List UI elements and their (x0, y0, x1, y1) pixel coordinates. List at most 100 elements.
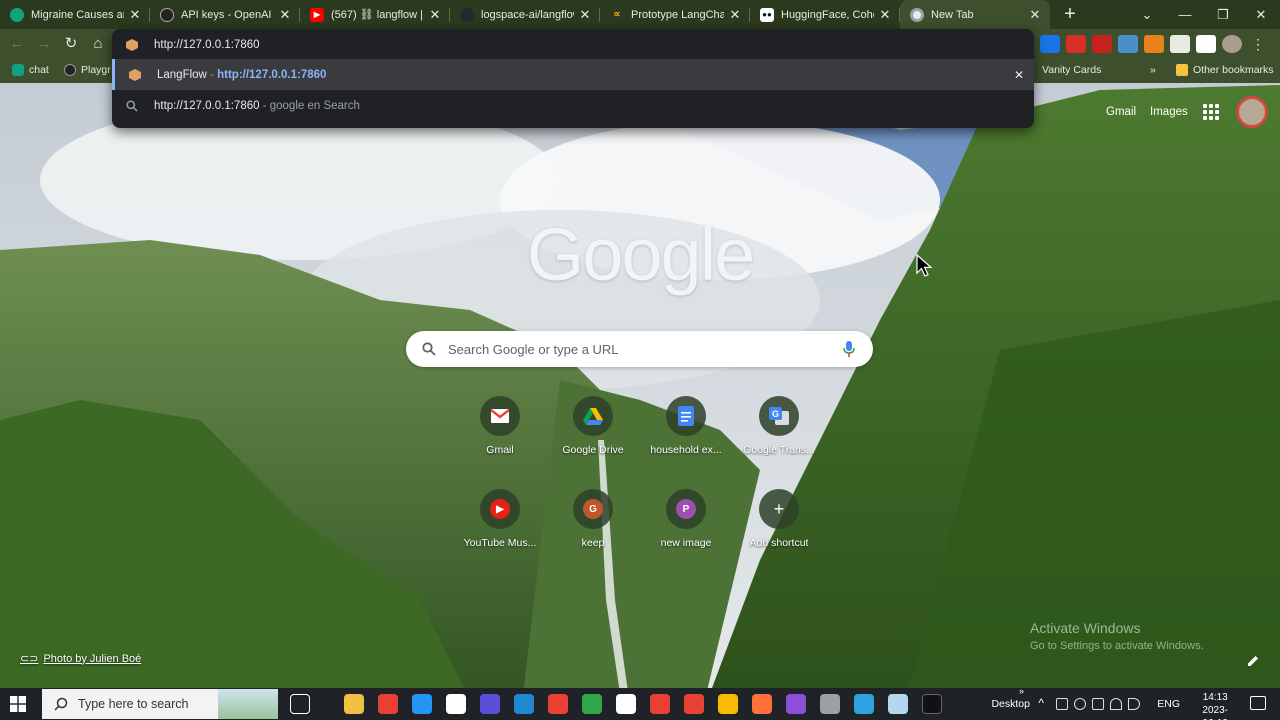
bookmark-chat[interactable]: chat (12, 64, 49, 76)
desktop-toolbar-label[interactable]: Desktop (991, 698, 1030, 710)
omnibox-suggestion-search[interactable]: http://127.0.0.1:7860 - google en Search (112, 90, 1034, 121)
close-tab-icon[interactable]: ✕ (578, 7, 592, 23)
shortcut-new-image[interactable]: P new image (638, 489, 734, 549)
search-icon (54, 697, 68, 711)
close-tab-icon[interactable]: ✕ (128, 7, 142, 23)
meet-icon[interactable] (582, 694, 602, 714)
shortcut-keep[interactable]: G keep (545, 489, 641, 549)
extension-check-icon[interactable] (1040, 35, 1060, 53)
extension-red-icon[interactable] (1066, 35, 1086, 53)
terminal-icon[interactable] (922, 694, 942, 714)
tab-youtube-langflow[interactable]: ▶ (567) ⛓ langflow | UI ✕ (300, 0, 450, 29)
shortcut-google-drive[interactable]: Google Drive (545, 396, 641, 456)
image-viewer-icon[interactable] (888, 694, 908, 714)
avatar[interactable] (1236, 96, 1268, 128)
snipping-tool-icon[interactable] (820, 694, 840, 714)
forward-icon[interactable]: → (35, 35, 53, 53)
reload-icon[interactable]: ↻ (62, 35, 80, 53)
windows-start-icon[interactable] (10, 696, 26, 712)
gmail-link[interactable]: Gmail (1106, 106, 1136, 118)
taskbar-search-box[interactable]: Type here to search (42, 689, 278, 719)
tab-github-langflow[interactable]: logspace-ai/langflow ✕ (450, 0, 600, 29)
youtube-icon: ▶ (310, 7, 324, 22)
home-icon[interactable]: ⌂ (89, 35, 107, 53)
shortcut-household[interactable]: household ex... (638, 396, 734, 456)
bookmark-label: chat (29, 64, 49, 76)
shortcut-label: Add shortcut (749, 537, 809, 549)
bookmarks-overflow-button[interactable]: » (1150, 64, 1156, 76)
add-shortcut-button[interactable]: + Add shortcut (731, 489, 827, 549)
extension-image-icon[interactable] (1118, 35, 1138, 53)
microphone-icon[interactable] (842, 341, 856, 357)
tab-prototype-langchain[interactable]: ∝ Prototype LangChain ✕ (600, 0, 750, 29)
bookmark-playground[interactable]: Playgr (64, 64, 111, 76)
cortana-icon[interactable] (412, 694, 432, 714)
extensions-puzzle-icon[interactable] (1170, 35, 1190, 53)
chrome-icon[interactable] (378, 694, 398, 714)
notifications-icon[interactable] (1250, 696, 1266, 710)
back-icon[interactable]: ← (8, 35, 26, 53)
extension-red2-icon[interactable] (1092, 35, 1112, 53)
restore-button[interactable]: ❐ (1204, 7, 1242, 23)
close-window-button[interactable]: ✕ (1242, 7, 1280, 23)
ntp-search-box[interactable] (406, 331, 873, 367)
shortcut-label: YouTube Mus... (463, 537, 537, 549)
task-view-icon[interactable] (290, 694, 310, 714)
tab-migraine[interactable]: Migraine Causes and ✕ (0, 0, 150, 29)
clock[interactable]: 14:13 2023-06-13 (1202, 691, 1228, 720)
tab-huggingface-cohere[interactable]: ●● HuggingFace, Cohere ✕ (750, 0, 900, 29)
chrome-profile-3-icon[interactable] (718, 694, 738, 714)
wifi-icon[interactable] (1110, 698, 1122, 710)
close-tab-icon[interactable]: ✕ (878, 7, 892, 23)
google-apps-icon[interactable] (1203, 104, 1219, 120)
customize-pencil-icon[interactable] (1246, 654, 1260, 668)
other-bookmarks[interactable]: Other bookmarks (1176, 64, 1274, 76)
youtube-app-icon[interactable] (684, 694, 704, 714)
photo-credit-link[interactable]: ⊂⊃ Photo by Julien Boé (20, 652, 141, 666)
obs-icon[interactable] (480, 694, 500, 714)
toolbar-overflow-icon[interactable]: » (1019, 686, 1024, 696)
chrome-profile-2-icon[interactable] (650, 694, 670, 714)
openai-icon (160, 7, 174, 22)
close-tab-icon[interactable]: ✕ (728, 7, 742, 23)
profile-avatar-icon[interactable] (1222, 35, 1242, 53)
minimize-button[interactable]: — (1166, 7, 1204, 22)
microphone-icon[interactable] (1074, 698, 1086, 710)
tab-openai-keys[interactable]: API keys - OpenAI API ✕ (150, 0, 300, 29)
meet-now-icon[interactable] (1056, 698, 1068, 710)
close-tab-icon[interactable]: ✕ (428, 7, 442, 23)
shortcut-google-translate[interactable]: G Google Trans... (731, 396, 827, 456)
new-tab-button[interactable]: + (1056, 1, 1084, 29)
extension-fox-icon[interactable] (1144, 35, 1164, 53)
file-explorer-icon[interactable] (344, 694, 364, 714)
suggestion-separator: - (206, 68, 218, 81)
language-indicator[interactable]: ENG (1157, 698, 1180, 710)
show-hidden-icons-icon[interactable]: ^ (1038, 696, 1044, 710)
cursor-app-icon[interactable] (616, 694, 636, 714)
notepad-icon[interactable] (446, 694, 466, 714)
app-badge-icon[interactable] (786, 694, 806, 714)
omnibox-typed-text[interactable]: http://127.0.0.1:7860 (154, 39, 260, 51)
images-link[interactable]: Images (1150, 106, 1188, 118)
bookmark-vanity-cards[interactable]: Vanity Cards (1042, 64, 1101, 76)
tab-new-tab[interactable]: New Tab ✕ (900, 0, 1050, 29)
omnibox-suggestion-langflow[interactable]: LangFlow - http://127.0.0.1:7860 ✕ (112, 59, 1034, 90)
close-tab-icon[interactable]: ✕ (278, 7, 292, 23)
telegram-icon[interactable] (854, 694, 874, 714)
menu-kebab-icon[interactable]: ⋮ (1248, 35, 1268, 53)
side-panel-icon[interactable] (1196, 35, 1216, 53)
tab-title: New Tab (931, 8, 974, 21)
tab-search-button[interactable]: ⌄ (1128, 7, 1166, 23)
omnibox-input-row[interactable]: http://127.0.0.1:7860 (112, 29, 1034, 60)
battery-icon[interactable] (1092, 698, 1104, 710)
close-tab-icon[interactable]: ✕ (1028, 7, 1042, 23)
firefox-icon[interactable] (752, 694, 772, 714)
vscode-icon[interactable] (514, 694, 534, 714)
shortcut-gmail[interactable]: Gmail (452, 396, 548, 456)
shortcut-youtube-music[interactable]: ▶ YouTube Mus... (452, 489, 548, 549)
search-input[interactable] (448, 339, 828, 359)
chrome-profile-icon[interactable] (548, 694, 568, 714)
shortcut-label: Gmail (486, 444, 514, 456)
volume-icon[interactable] (1128, 698, 1140, 710)
remove-suggestion-icon[interactable]: ✕ (1014, 68, 1024, 82)
